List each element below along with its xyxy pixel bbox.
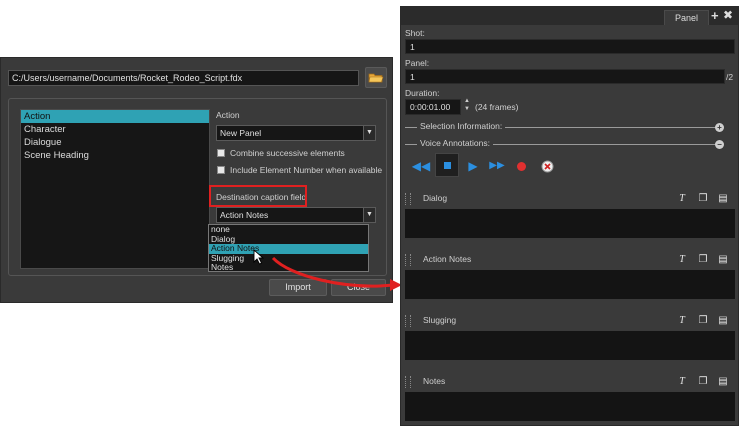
list-item-dialogue[interactable]: Dialogue [21, 136, 209, 149]
list-item-character[interactable]: Character [21, 123, 209, 136]
caption-section-dialog: Dialog T ❐ ▤ [405, 191, 735, 238]
collapse-minus-icon[interactable]: − [715, 140, 724, 149]
destination-combo-value: Action Notes [220, 210, 269, 220]
expand-plus-icon[interactable]: + [715, 123, 724, 132]
combine-label: Combine successive elements [230, 148, 345, 158]
panel-view: Panel + ✖ Shot: 1 Panel: 1 /2 Duration: … [400, 6, 739, 426]
text-tool-icon[interactable]: T [676, 254, 688, 265]
drag-grip-icon[interactable] [405, 315, 411, 327]
text-tool-icon[interactable]: T [676, 376, 688, 387]
action-combo-value: New Panel [220, 128, 262, 138]
caption-menu-icon[interactable]: ▤ [717, 193, 729, 204]
action-combo[interactable]: New Panel ▼ [216, 125, 376, 141]
include-number-label: Include Element Number when available [230, 165, 383, 175]
caption-title: Action Notes [423, 254, 472, 264]
shot-field[interactable]: 1 [405, 39, 735, 54]
caption-section-action-notes: Action Notes T ❐ ▤ [405, 252, 735, 299]
include-number-checkbox[interactable] [217, 166, 225, 174]
caption-menu-icon[interactable]: ▤ [717, 315, 729, 326]
destination-caption-combo[interactable]: Action Notes ▼ [216, 207, 376, 223]
duration-frames: (24 frames) [475, 102, 519, 112]
callout-highlight-box [209, 185, 307, 207]
rewind-icon[interactable]: ◀◀ [411, 156, 431, 176]
caption-text-area[interactable] [405, 392, 735, 421]
delete-icon[interactable] [541, 160, 554, 173]
copy-icon[interactable]: ❐ [697, 376, 709, 387]
caption-title: Notes [423, 376, 446, 386]
panel-number-field[interactable]: 1 [405, 69, 725, 84]
duration-field[interactable]: 0:00:01.00 [405, 99, 461, 115]
script-path-field[interactable]: C:/Users/username/Documents/Rocket_Rodeo… [8, 70, 359, 86]
duration-label: Duration: [405, 88, 440, 98]
caption-text-area[interactable] [405, 331, 735, 360]
caption-menu-icon[interactable]: ▤ [717, 376, 729, 387]
list-item-action[interactable]: Action [21, 110, 209, 123]
drag-grip-icon[interactable] [405, 254, 411, 266]
caption-menu-icon[interactable]: ▤ [717, 254, 729, 265]
caption-header: Slugging T ❐ ▤ [405, 313, 735, 329]
caption-header: Action Notes T ❐ ▤ [405, 252, 735, 268]
shot-label: Shot: [405, 28, 425, 38]
caption-text-area[interactable] [405, 209, 735, 238]
callout-arrow-icon [271, 256, 402, 291]
panel-total: /2 [726, 72, 734, 82]
chevron-down-icon: ▼ [363, 126, 375, 140]
add-view-icon[interactable]: + [711, 8, 719, 23]
action-label: Action [216, 110, 240, 120]
play-icon[interactable]: ▶ [463, 156, 483, 176]
record-icon[interactable] [517, 162, 526, 171]
selection-info-label: Selection Information: [417, 121, 506, 131]
close-view-icon[interactable]: ✖ [723, 8, 733, 22]
caption-section-notes: Notes T ❐ ▤ [405, 374, 735, 421]
text-tool-icon[interactable]: T [676, 193, 688, 204]
caption-header: Dialog T ❐ ▤ [405, 191, 735, 207]
stop-button[interactable] [435, 153, 459, 177]
panel-label: Panel: [405, 58, 430, 68]
tab-panel[interactable]: Panel [664, 10, 709, 25]
caption-title: Slugging [423, 315, 457, 325]
text-tool-icon[interactable]: T [676, 315, 688, 326]
combine-checkbox[interactable] [217, 149, 225, 157]
list-item-scene-heading[interactable]: Scene Heading [21, 149, 209, 162]
caption-section-slugging: Slugging T ❐ ▤ [405, 313, 735, 360]
drag-grip-icon[interactable] [405, 193, 411, 205]
duration-spinner-icon[interactable]: ▲ ▼ [464, 97, 470, 113]
copy-icon[interactable]: ❐ [697, 315, 709, 326]
stop-icon [444, 162, 451, 169]
browse-folder-button[interactable] [365, 67, 387, 88]
copy-icon[interactable]: ❐ [697, 254, 709, 265]
caption-title: Dialog [423, 193, 448, 203]
caption-text-area[interactable] [405, 270, 735, 299]
caption-header: Notes T ❐ ▤ [405, 374, 735, 390]
folder-icon [368, 73, 384, 83]
script-element-list[interactable]: Action Character Dialogue Scene Heading [20, 109, 210, 269]
fast-forward-icon[interactable]: ▶▶ [487, 156, 507, 176]
copy-icon[interactable]: ❐ [697, 193, 709, 204]
drag-grip-icon[interactable] [405, 376, 411, 388]
voice-annotations-label: Voice Annotations: [417, 138, 493, 148]
chevron-down-icon: ▼ [363, 208, 375, 222]
